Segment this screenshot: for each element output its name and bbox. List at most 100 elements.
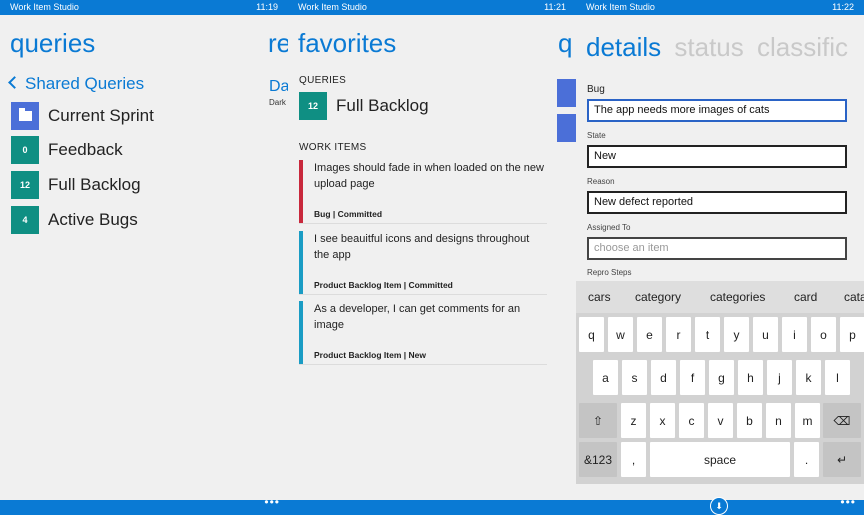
key-p[interactable]: p xyxy=(840,317,864,352)
suggestion[interactable]: cars xyxy=(588,290,611,304)
work-item[interactable]: I see beauitful icons and designs throug… xyxy=(299,231,547,295)
enter-key[interactable]: ↵ xyxy=(823,442,861,477)
key-e[interactable]: e xyxy=(637,317,662,352)
query-label: Active Bugs xyxy=(48,210,138,229)
work-item-title: Images should fade in when loaded on the… xyxy=(314,162,544,190)
backspace-key[interactable]: ⌫ xyxy=(823,403,861,438)
more-button[interactable]: ••• xyxy=(840,495,856,509)
query-label: Current Sprint xyxy=(48,106,154,125)
reason-label: Reason xyxy=(587,177,615,186)
key-f[interactable]: f xyxy=(680,360,705,395)
peek-content: Da xyxy=(269,78,288,95)
suggestion[interactable]: category xyxy=(635,290,681,304)
shift-key[interactable]: ⇧ xyxy=(579,403,617,438)
key-v[interactable]: v xyxy=(708,403,733,438)
key-b[interactable]: b xyxy=(737,403,762,438)
peek-content-sub: Dark xyxy=(269,98,286,107)
peek-tile xyxy=(557,79,576,107)
key-i[interactable]: i xyxy=(782,317,807,352)
count-badge: 12 xyxy=(11,171,39,199)
pivot-favorites[interactable]: favorites xyxy=(298,28,396,59)
key-c[interactable]: c xyxy=(679,403,704,438)
shared-queries-back[interactable]: Shared Queries xyxy=(8,74,144,94)
list-item[interactable]: 0 Feedback xyxy=(11,136,123,164)
key-r[interactable]: r xyxy=(666,317,691,352)
title-field[interactable]: The app needs more images of cats xyxy=(587,99,847,122)
state-bar xyxy=(299,301,303,364)
app-bar: ••• xyxy=(0,495,288,515)
key-s[interactable]: s xyxy=(622,360,647,395)
status-bar: Work Item Studio 11:22 xyxy=(576,0,864,15)
key-d[interactable]: d xyxy=(651,360,676,395)
suggestion[interactable]: card xyxy=(794,290,817,304)
key-k[interactable]: k xyxy=(796,360,821,395)
comma-key[interactable]: , xyxy=(621,442,646,477)
more-button[interactable]: ••• xyxy=(264,495,280,509)
pivot-status[interactable]: status xyxy=(674,32,743,63)
key-j[interactable]: j xyxy=(767,360,792,395)
clock: 11:19 xyxy=(256,2,278,12)
repro-steps-label: Repro Steps xyxy=(587,268,632,277)
key-w[interactable]: w xyxy=(608,317,633,352)
list-item[interactable]: 12 Full Backlog xyxy=(11,171,141,199)
key-z[interactable]: z xyxy=(621,403,646,438)
period-key[interactable]: . xyxy=(794,442,819,477)
status-bar: Work Item Studio 11:19 xyxy=(0,0,288,15)
key-m[interactable]: m xyxy=(795,403,820,438)
suggestion[interactable]: cata xyxy=(844,290,864,304)
work-item[interactable]: As a developer, I can get comments for a… xyxy=(299,301,547,365)
work-item-meta: Product Backlog Item | New xyxy=(314,350,426,360)
pivot-classification[interactable]: classific xyxy=(757,32,848,63)
pivot-header: queries re xyxy=(10,28,288,59)
query-label: Full Backlog xyxy=(336,96,429,115)
count-badge: 12 xyxy=(299,92,327,120)
pivot-header: favorites q xyxy=(298,28,572,59)
key-h[interactable]: h xyxy=(738,360,763,395)
app-name: Work Item Studio xyxy=(586,2,655,12)
clock: 11:22 xyxy=(832,2,854,12)
favorite-query[interactable]: 12 Full Backlog xyxy=(299,92,429,120)
key-q[interactable]: q xyxy=(579,317,604,352)
app-bar xyxy=(288,500,576,515)
pivot-header: details status classific xyxy=(586,32,848,63)
numbers-key[interactable]: &123 xyxy=(579,442,617,477)
key-o[interactable]: o xyxy=(811,317,836,352)
status-bar: Work Item Studio 11:21 xyxy=(288,0,576,15)
work-item-meta: Product Backlog Item | Committed xyxy=(314,280,453,290)
save-icon[interactable]: ⬇ xyxy=(710,497,728,515)
work-item[interactable]: Images should fade in when loaded on the… xyxy=(299,160,547,224)
key-l[interactable]: l xyxy=(825,360,850,395)
reason-field[interactable]: New defect reported xyxy=(587,191,847,214)
work-item-title: I see beauitful icons and designs throug… xyxy=(314,233,530,261)
suggestion-bar: cars category categories card cata xyxy=(576,281,864,313)
query-label: Full Backlog xyxy=(48,175,141,194)
pivot-queries[interactable]: queries xyxy=(10,28,95,59)
key-a[interactable]: a xyxy=(593,360,618,395)
work-items-header: WORK ITEMS xyxy=(299,142,367,153)
state-bar xyxy=(299,160,303,223)
key-n[interactable]: n xyxy=(766,403,791,438)
assigned-to-label: Assigned To xyxy=(587,223,631,232)
space-key[interactable]: space xyxy=(650,442,790,477)
state-field[interactable]: New xyxy=(587,145,847,168)
queries-header: QUERIES xyxy=(299,75,347,86)
key-x[interactable]: x xyxy=(650,403,675,438)
list-item[interactable]: Current Sprint xyxy=(11,102,154,130)
favorites-screen: Work Item Studio 11:21 favorites q QUERI… xyxy=(288,0,576,515)
keyboard: q w e r t y u i o p a s d f g h j k l ⇧ z x c v b n m ⌫ &123, space. ↵ xyxy=(576,313,864,484)
list-item[interactable]: 4 Active Bugs xyxy=(11,206,138,234)
peek-tile xyxy=(557,114,576,142)
pivot-peek-next[interactable]: re xyxy=(268,28,288,59)
state-label: State xyxy=(587,131,606,140)
pivot-peek-next[interactable]: q xyxy=(558,28,572,59)
assigned-to-field[interactable]: choose an item xyxy=(587,237,847,260)
key-g[interactable]: g xyxy=(709,360,734,395)
key-u[interactable]: u xyxy=(753,317,778,352)
pivot-details[interactable]: details xyxy=(586,32,661,63)
app-bar: ⬇ ••• xyxy=(576,495,864,515)
key-y[interactable]: y xyxy=(724,317,749,352)
folder-icon xyxy=(18,108,32,121)
count-badge: 0 xyxy=(11,136,39,164)
suggestion[interactable]: categories xyxy=(710,290,765,304)
key-t[interactable]: t xyxy=(695,317,720,352)
